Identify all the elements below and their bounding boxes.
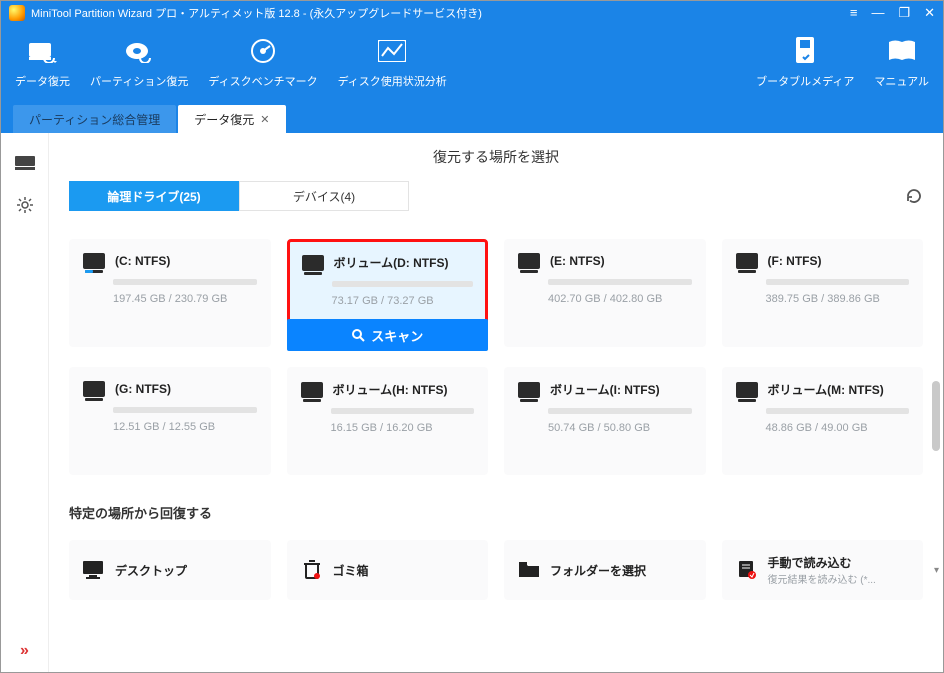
folder-icon <box>518 559 540 581</box>
drive-icon <box>518 253 540 269</box>
bootable-media-button[interactable]: ブータブルメディア <box>746 31 864 95</box>
sidebar-home-icon[interactable] <box>13 151 37 175</box>
mode-devices[interactable]: デバイス(4) <box>239 181 409 211</box>
window-controls: ≡ — ❐ ✕ <box>850 5 935 21</box>
drive-card-d[interactable]: ボリューム(D: NTFS) 73.17 GB / 73.27 GB スキャン <box>287 239 489 351</box>
section-title: 特定の場所から回復する <box>69 503 923 522</box>
disk-usage-button[interactable]: ディスク使用状況分析 <box>328 31 457 95</box>
title-bar: MiniTool Partition Wizard プロ・アルティメット版 12… <box>1 1 943 25</box>
drive-icon <box>736 382 758 398</box>
menu-icon[interactable]: ≡ <box>850 5 858 21</box>
drive-icon <box>518 382 540 398</box>
desktop-icon <box>83 559 105 581</box>
window-title: MiniTool Partition Wizard プロ・アルティメット版 12… <box>31 5 482 21</box>
scan-button[interactable]: スキャン <box>287 319 489 351</box>
tab-bar: パーティション総合管理 データ復元 ✕ <box>1 103 943 133</box>
location-manual-load[interactable]: 手動で読み込む 復元結果を読み込む (*... <box>722 540 924 600</box>
specific-location-section: 特定の場所から回復する デスクトップ ゴミ箱 <box>69 503 923 600</box>
drive-card-m[interactable]: ボリューム(M: NTFS) 48.86 GB / 49.00 GB <box>722 367 924 475</box>
tab-close-icon[interactable]: ✕ <box>260 113 269 126</box>
location-trash[interactable]: ゴミ箱 <box>287 540 489 600</box>
drive-card-f[interactable]: (F: NTFS) 389.75 GB / 389.86 GB <box>722 239 924 347</box>
scroll-down-icon[interactable]: ▾ <box>934 565 939 576</box>
tab-partition-management[interactable]: パーティション総合管理 <box>13 105 176 133</box>
usage-bar <box>332 281 474 287</box>
main-panel: 復元する場所を選択 論理ドライブ(25) デバイス(4) (C: NTFS) 1… <box>49 133 943 672</box>
app-logo-icon <box>9 5 25 21</box>
tab-data-recovery[interactable]: データ復元 ✕ <box>178 105 285 133</box>
usage-bar <box>113 407 257 413</box>
manual-load-icon <box>736 559 758 581</box>
usage-bar <box>548 408 692 414</box>
usage-bar <box>113 279 257 285</box>
bootable-media-icon <box>791 37 819 65</box>
left-sidebar: » <box>1 133 49 672</box>
data-recovery-icon <box>29 37 57 65</box>
main-toolbar: データ復元 パーティション復元 ディスクベンチマーク ディスク使用状況分析 ブー… <box>1 25 943 103</box>
sidebar-expand-icon[interactable]: » <box>20 642 29 660</box>
usage-bar <box>766 408 910 414</box>
usage-bar <box>331 408 475 414</box>
partition-recovery-button[interactable]: パーティション復元 <box>80 31 198 95</box>
location-select-folder[interactable]: フォルダーを選択 <box>504 540 706 600</box>
data-recovery-button[interactable]: データ復元 <box>5 31 80 95</box>
disk-benchmark-button[interactable]: ディスクベンチマーク <box>198 31 327 95</box>
mode-bar: 論理ドライブ(25) デバイス(4) <box>69 181 923 211</box>
manual-button[interactable]: マニュアル <box>864 31 939 95</box>
drive-card-e[interactable]: (E: NTFS) 402.70 GB / 402.80 GB <box>504 239 706 347</box>
scrollbar-thumb[interactable] <box>932 381 940 451</box>
mode-logical-drives[interactable]: 論理ドライブ(25) <box>69 181 239 211</box>
drive-card-c[interactable]: (C: NTFS) 197.45 GB / 230.79 GB <box>69 239 271 347</box>
drive-icon <box>83 381 105 397</box>
sidebar-settings-icon[interactable] <box>13 193 37 217</box>
disk-usage-icon <box>378 37 406 65</box>
content-area: » 復元する場所を選択 論理ドライブ(25) デバイス(4) (C: NTFS)… <box>1 133 943 672</box>
drive-icon <box>301 382 323 398</box>
drive-icon <box>302 255 324 271</box>
drive-grid: (C: NTFS) 197.45 GB / 230.79 GB ボリューム(D:… <box>69 239 923 475</box>
maximize-icon[interactable]: ❐ <box>898 5 910 21</box>
page-title: 復元する場所を選択 <box>69 147 923 167</box>
search-icon <box>351 328 365 342</box>
drive-card-g[interactable]: (G: NTFS) 12.51 GB / 12.55 GB <box>69 367 271 475</box>
manual-icon <box>888 37 916 65</box>
location-desktop[interactable]: デスクトップ <box>69 540 271 600</box>
usage-bar <box>548 279 692 285</box>
drive-card-h[interactable]: ボリューム(H: NTFS) 16.15 GB / 16.20 GB <box>287 367 489 475</box>
refresh-button[interactable] <box>905 187 923 205</box>
minimize-icon[interactable]: — <box>871 5 884 21</box>
usage-bar <box>766 279 910 285</box>
drive-icon <box>83 253 105 269</box>
partition-recovery-icon <box>125 37 153 65</box>
trash-icon <box>301 559 323 581</box>
drive-card-i[interactable]: ボリューム(I: NTFS) 50.74 GB / 50.80 GB <box>504 367 706 475</box>
close-icon[interactable]: ✕ <box>924 5 935 21</box>
drive-icon <box>736 253 758 269</box>
disk-benchmark-icon <box>249 37 277 65</box>
